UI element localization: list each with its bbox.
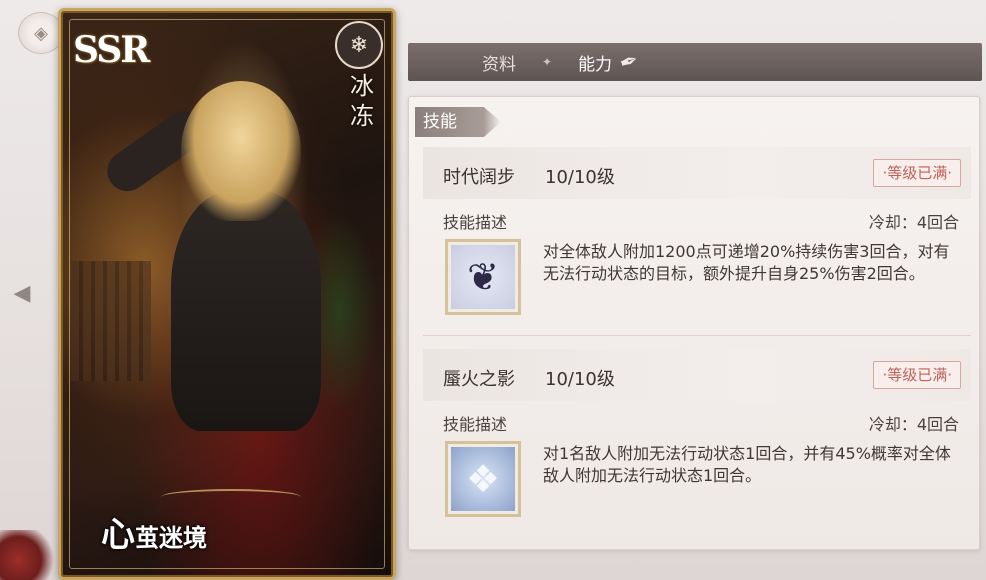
skill-level: 10/10级 (545, 369, 615, 390)
skills-panel: 技能 时代阔步 10/10级 ·等级已满· 技能描述 冷却：4回合 ❦ 对全体敌… (408, 96, 980, 550)
skill-name: 时代阔步 (443, 167, 515, 188)
skill-name: 蜃火之影 (443, 369, 515, 390)
skill-description: 对全体敌人附加1200点可递增20%持续伤害3回合，对有无法行动状态的目标，额外… (543, 242, 950, 283)
card-name-rest: 茧迷境 (135, 523, 207, 552)
section-title: 技能 (415, 107, 501, 137)
skill-entry: 时代阔步 10/10级 ·等级已满· 技能描述 冷却：4回合 ❦ 对全体敌人附加… (423, 147, 971, 327)
card-name-first: 心 (101, 515, 135, 555)
side-arrow-icon: ◀ (13, 280, 31, 306)
tab-separator-icon: ✦ (542, 55, 553, 69)
side-arrow-button[interactable]: ◀ (4, 280, 40, 306)
rarity-label: SSR (73, 29, 150, 71)
skill-description: 对1名敌人附加无法行动状态1回合，并有45%概率对全体敌人附加无法行动状态1回合… (543, 444, 951, 485)
skill-icon-frame[interactable]: ❦ (445, 239, 521, 315)
tab-profile[interactable]: 资料 (462, 50, 536, 75)
skill-desc-label: 技能描述 (443, 415, 508, 434)
skill-entry: 蜃火之影 10/10级 ·等级已满· 技能描述 冷却：4回合 ❖ 对1名敌人附加… (423, 349, 971, 529)
skill-level: 10/10级 (545, 167, 615, 188)
tab-bar: 资料 ✦ 能力 ✒ (408, 43, 982, 81)
ice-crystal-icon: ❖ (451, 447, 515, 511)
card-frame (69, 19, 385, 569)
snowflake-icon: ❄ (335, 21, 383, 69)
skill-header: 蜃火之影 10/10级 ·等级已满· (423, 349, 971, 401)
character-card: SSR ❄ 冰冻 心茧迷境 (58, 8, 396, 580)
rose-decoration (0, 530, 60, 580)
back-diamond-icon: ◈ (34, 22, 48, 44)
max-level-badge: ·等级已满· (873, 361, 961, 389)
skill-cooldown: 冷却：4回合 (868, 415, 959, 434)
thorn-orb-icon: ❦ (451, 245, 515, 309)
skill-icon-frame[interactable]: ❖ (445, 441, 521, 517)
skill-header: 时代阔步 10/10级 ·等级已满· (423, 147, 971, 199)
skill-divider (423, 335, 971, 336)
skill-cooldown: 冷却：4回合 (868, 213, 959, 232)
skill-desc-label: 技能描述 (443, 213, 508, 232)
max-level-badge: ·等级已满· (873, 159, 961, 187)
card-name: 心茧迷境 (101, 507, 207, 556)
attribute-label: 冰冻 (350, 72, 374, 130)
card-flourish (161, 489, 301, 505)
